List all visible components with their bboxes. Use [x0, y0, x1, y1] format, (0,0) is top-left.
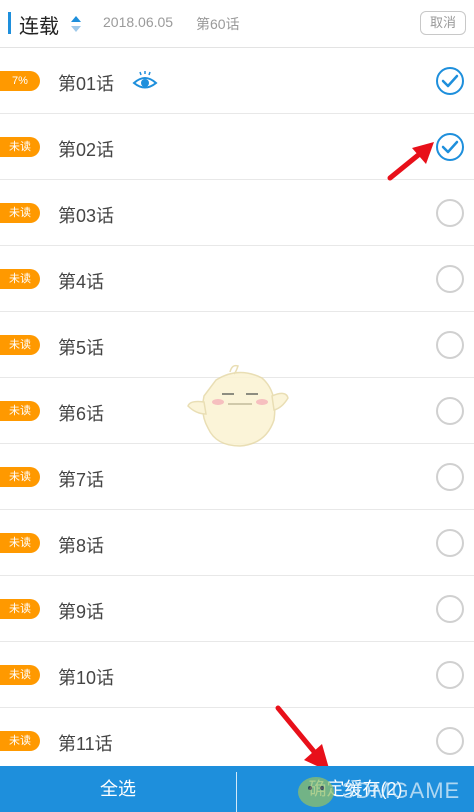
chapter-row[interactable]: 7% 第01话 [0, 48, 474, 114]
chapter-row[interactable]: 未读 第03话 [0, 180, 474, 246]
cancel-button[interactable]: 取消 [420, 11, 466, 35]
read-status-badge: 未读 [0, 401, 40, 421]
chapter-label: 第9话 [58, 602, 105, 622]
empty-circle-icon[interactable] [435, 726, 465, 756]
chapter-label: 第4话 [58, 272, 105, 292]
read-status-badge: 未读 [0, 269, 40, 289]
empty-circle-icon[interactable] [435, 660, 465, 690]
check-circle-icon[interactable] [435, 132, 465, 162]
read-status-badge: 未读 [0, 533, 40, 553]
empty-circle-icon[interactable] [435, 330, 465, 360]
chapter-row[interactable]: 未读 第8话 [0, 510, 474, 576]
read-status-badge: 未读 [0, 665, 40, 685]
chapter-label: 第10话 [58, 668, 115, 688]
mascot-sticker [187, 364, 289, 447]
read-status-badge: 7% [0, 71, 40, 91]
section-title: 连载 [19, 16, 59, 38]
chapter-label: 第02话 [58, 140, 115, 160]
chapter-label: 第01话 [58, 74, 115, 94]
select-all-button[interactable]: 全选 [0, 766, 236, 812]
latest-chapter: 第60话 [196, 16, 240, 32]
check-circle-icon[interactable] [435, 66, 465, 96]
chapter-label: 第5话 [58, 338, 105, 358]
chapter-row[interactable]: 未读 第10话 [0, 642, 474, 708]
update-date: 2018.06.05 [103, 14, 174, 30]
title-accent-bar [8, 12, 11, 34]
chapter-label: 第6话 [58, 404, 105, 424]
read-status-badge: 未读 [0, 467, 40, 487]
chapter-label: 第03话 [58, 206, 115, 226]
watermark-text: 3DMGAME [342, 778, 461, 803]
watermark-mascot-icon [298, 777, 334, 807]
empty-circle-icon[interactable] [435, 264, 465, 294]
empty-circle-icon[interactable] [435, 594, 465, 624]
chapter-label: 第11话 [58, 734, 113, 754]
chapter-label: 第8话 [58, 536, 105, 556]
read-status-badge: 未读 [0, 599, 40, 619]
read-status-badge: 未读 [0, 731, 40, 751]
eye-icon [132, 71, 158, 89]
red-arrow-pointer [387, 142, 434, 181]
empty-circle-icon[interactable] [435, 198, 465, 228]
read-status-badge: 未读 [0, 137, 40, 157]
empty-circle-icon[interactable] [435, 396, 465, 426]
read-status-badge: 未读 [0, 203, 40, 223]
chapter-row[interactable]: 未读 第7话 [0, 444, 474, 510]
chapter-row[interactable]: 未读 第9话 [0, 576, 474, 642]
read-status-badge: 未读 [0, 335, 40, 355]
chapter-label: 第7话 [58, 470, 105, 490]
sort-icon[interactable] [70, 13, 82, 35]
watermark-logo: 3DMGAME [292, 768, 474, 812]
chapter-row[interactable]: 未读 第11话 [0, 708, 474, 774]
empty-circle-icon[interactable] [435, 462, 465, 492]
top-bar: 连载 2018.06.05 第60话 取消 [0, 0, 474, 48]
chapter-row[interactable]: 未读 第4话 [0, 246, 474, 312]
empty-circle-icon[interactable] [435, 528, 465, 558]
